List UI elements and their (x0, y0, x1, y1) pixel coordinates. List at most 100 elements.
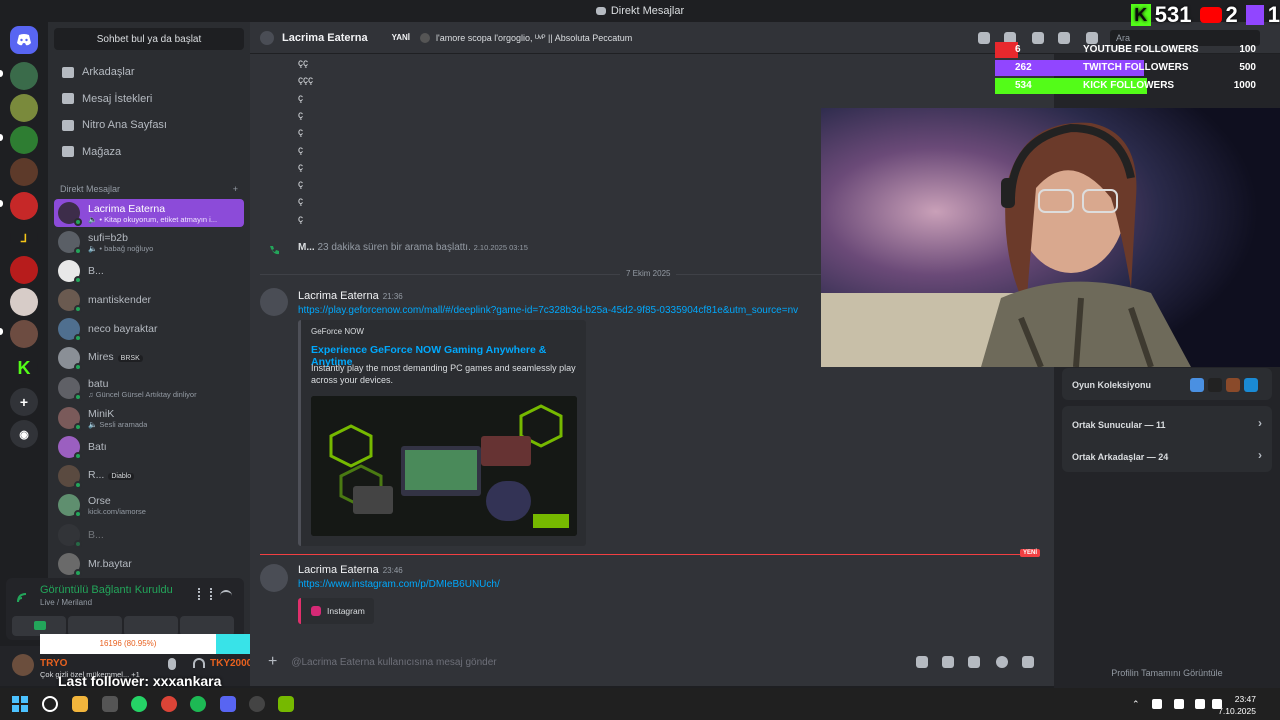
dm-item[interactable]: Mires BRSK (54, 344, 244, 372)
dm-item[interactable]: mantiskender (54, 286, 244, 314)
headphones-icon[interactable] (193, 658, 205, 668)
whatsapp-icon[interactable] (131, 696, 147, 712)
message-avatar[interactable] (260, 288, 288, 316)
instagram-embed[interactable]: Instagram (298, 598, 374, 624)
game-collection-card[interactable]: Oyun Koleksiyonu (1062, 368, 1272, 400)
avatar[interactable] (12, 654, 34, 676)
dm-item[interactable]: Batı (54, 433, 244, 461)
explore-icon[interactable]: ◉ (10, 420, 38, 448)
add-dm-icon[interactable]: + (233, 184, 238, 194)
geforce-icon[interactable] (278, 696, 294, 712)
server-icon[interactable] (10, 158, 38, 186)
embed-image[interactable] (311, 396, 577, 536)
apps-icon[interactable] (1022, 656, 1034, 668)
kick-logo-icon: K (1130, 4, 1151, 26)
activity-button[interactable] (124, 616, 178, 636)
emoji-icon[interactable] (996, 656, 1008, 668)
dm-tag: BRSK (117, 355, 143, 362)
dm-item[interactable]: batu ♫ Güncel Gürsel Artıktay dinliyor (54, 374, 244, 402)
signal-icon (17, 593, 27, 603)
sticker-icon[interactable] (968, 656, 980, 668)
chevron-up-icon[interactable]: ⌃ (1132, 699, 1142, 709)
message-link[interactable]: https://www.instagram.com/p/DMIeB6UNUch/ (298, 579, 500, 590)
gift-icon[interactable] (916, 656, 928, 668)
display-icon[interactable] (1195, 699, 1205, 709)
view-full-profile-link[interactable]: Profilin Tamamını Görüntüle (1054, 668, 1280, 678)
discord-taskbar-icon[interactable] (220, 696, 236, 712)
game-icon[interactable] (1208, 378, 1222, 392)
dm-item[interactable]: neco bayraktar (54, 315, 244, 343)
kick-server-icon[interactable]: K (10, 354, 38, 382)
clock[interactable]: 23:47 7.10.2025 (1218, 693, 1256, 717)
server-icon[interactable] (10, 320, 38, 348)
nav-item[interactable]: Mesaj İstekleri (54, 86, 244, 112)
header-username[interactable]: Lacrima Eaterna (282, 32, 368, 44)
dm-item[interactable]: MiniK 🔈 Sesli aramada (54, 404, 244, 432)
nav-item[interactable]: Nitro Ana Sayfası (54, 112, 244, 138)
unread-pill (0, 134, 3, 141)
camera-button[interactable] (12, 616, 66, 636)
follower-goal-bar: 262 TWITCH FOLLOWERS 500 (995, 60, 1280, 76)
voice-channel[interactable]: Live / Meriland (40, 598, 92, 607)
server-icon[interactable] (10, 94, 38, 122)
windows-start-icon[interactable] (12, 696, 28, 712)
game-icon[interactable] (1244, 378, 1258, 392)
chevron-right-icon[interactable]: › (1258, 416, 1262, 430)
nav-item[interactable]: Arkadaşlar (54, 59, 244, 85)
call-time: 2.10.2025 03:15 (473, 243, 528, 252)
dm-item[interactable]: Mr.baytar (54, 550, 244, 578)
dm-header: Direkt Mesajlar + (60, 184, 238, 194)
dm-name: R... Diablo (88, 469, 135, 483)
mic-tray-icon[interactable] (1174, 699, 1184, 709)
message-author-name[interactable]: Lacrima Eaterna (298, 564, 379, 576)
dm-item[interactable]: B... (54, 257, 244, 285)
mutual-friends[interactable]: Ortak Arkadaşlar — 24 (1072, 452, 1168, 462)
discord-home-icon[interactable] (10, 26, 38, 54)
soundboard-button[interactable] (180, 616, 234, 636)
dm-item[interactable]: B... (54, 521, 244, 549)
avatar (58, 289, 82, 313)
steam-icon[interactable] (249, 696, 265, 712)
gif-icon[interactable] (942, 656, 954, 668)
add-server-icon[interactable]: + (10, 388, 38, 416)
spotify-icon[interactable] (190, 696, 206, 712)
attach-icon[interactable]: + (268, 653, 277, 671)
dm-item[interactable]: R... Diablo (54, 462, 244, 490)
find-conversation-button[interactable]: Sohbet bul ya da başlat (54, 28, 244, 50)
user-name: TRYO (40, 658, 68, 669)
mic-icon[interactable] (168, 658, 176, 670)
dm-name-text: B... (88, 265, 104, 277)
message-avatar[interactable] (260, 564, 288, 592)
server-icon[interactable] (10, 126, 38, 154)
chevron-right-icon[interactable]: › (1258, 448, 1262, 462)
dm-item[interactable]: Lacrima Eaterna 🔈 • Kitap okuyorum, etike… (54, 199, 244, 227)
message-author-name[interactable]: Lacrima Eaterna (298, 290, 379, 302)
game-icon[interactable] (1190, 378, 1204, 392)
voice-call-icon[interactable] (978, 32, 990, 44)
dm-name: Mr.baytar (88, 558, 132, 570)
dm-header-label: Direkt Mesajlar (60, 184, 121, 194)
message-input[interactable]: @Lacrima Eaterna kullanıcısına mesaj gön… (291, 657, 496, 668)
search-icon[interactable] (42, 696, 58, 712)
disconnect-icon[interactable] (220, 590, 232, 598)
message-link[interactable]: https://play.geforcenow.com/mall/#/deepl… (298, 305, 798, 316)
tray-icon[interactable] (1152, 699, 1162, 709)
call-user[interactable]: M... (298, 242, 315, 253)
noise-suppression-icon[interactable] (198, 588, 212, 600)
server-icon[interactable] (10, 192, 38, 220)
server-icon[interactable] (10, 256, 38, 284)
dm-item[interactable]: Orse kick.com/iamorse (54, 491, 244, 519)
chrome-icon[interactable] (161, 696, 177, 712)
store-icon[interactable] (102, 696, 118, 712)
dm-item[interactable]: sufi=b2b 🔈 • babağ noğluyo (54, 228, 244, 256)
mutuals-card: Ortak Sunucular — 11 › Ortak Arkadaşlar … (1062, 406, 1272, 472)
server-icon[interactable] (10, 62, 38, 90)
server-icon[interactable] (10, 288, 38, 316)
nav-item[interactable]: Mağaza (54, 139, 244, 165)
mutual-servers[interactable]: Ortak Sunucular — 11 (1072, 420, 1166, 430)
server-icon[interactable]: ⅃ (10, 224, 38, 252)
dm-name: neco bayraktar (88, 323, 157, 335)
screen-share-button[interactable] (68, 616, 122, 636)
game-icon[interactable] (1226, 378, 1240, 392)
file-explorer-icon[interactable] (72, 696, 88, 712)
